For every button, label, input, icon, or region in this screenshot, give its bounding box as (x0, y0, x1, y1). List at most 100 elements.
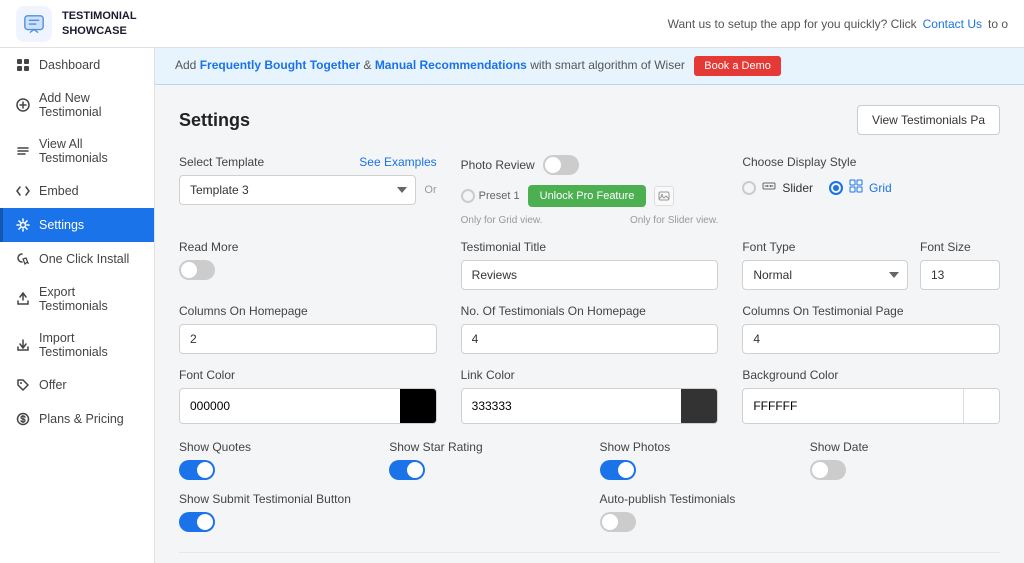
show-photos-label: Show Photos (600, 440, 790, 454)
sidebar-item-plans[interactable]: Plans & Pricing (0, 402, 154, 436)
display-style-label: Choose Display Style (742, 155, 1000, 169)
import-icon (15, 337, 31, 353)
show-quotes-toggle[interactable] (179, 460, 215, 480)
font-type-label: Font Type (742, 240, 908, 254)
sidebar-item-plans-label: Plans & Pricing (39, 412, 124, 426)
promo-link1[interactable]: Frequently Bought Together (200, 58, 360, 72)
sidebar-item-import[interactable]: Import Testimonials (0, 322, 154, 368)
columns-testimonial-page-input[interactable] (742, 324, 1000, 354)
font-color-label: Font Color (179, 368, 437, 382)
show-submit-btn-toggle[interactable] (179, 512, 215, 532)
grid-layout-icon (849, 179, 863, 196)
show-star-rating-label: Show Star Rating (389, 440, 579, 454)
sidebar-item-one-click[interactable]: One Click Install (0, 242, 154, 276)
unlock-pro-button[interactable]: Unlock Pro Feature (528, 185, 647, 207)
link-color-swatch[interactable] (681, 389, 717, 423)
promo-banner: Add Frequently Bought Together & Manual … (155, 48, 1024, 85)
font-type-select[interactable]: Normal Bold Italic (742, 260, 908, 290)
page-title: Settings (179, 110, 250, 131)
testimonial-title-input[interactable] (461, 260, 719, 290)
background-color-group: Background Color (742, 368, 1000, 424)
grid-icon (15, 57, 31, 73)
auto-publish-group: Auto-publish Testimonials (600, 492, 1001, 532)
sidebar-item-dashboard[interactable]: Dashboard (0, 48, 154, 82)
sidebar-item-add-testimonial[interactable]: Add New Testimonial (0, 82, 154, 128)
see-examples-link[interactable]: See Examples (359, 155, 436, 169)
grid-option[interactable]: Grid (829, 179, 892, 196)
preset1-radio[interactable] (461, 189, 475, 203)
gear-icon (15, 217, 31, 233)
topbar-right: Want us to setup the app for you quickly… (668, 17, 1008, 31)
sidebar-item-import-label: Import Testimonials (39, 331, 142, 359)
slider-label: Slider (782, 181, 813, 195)
sidebar-item-export[interactable]: Export Testimonials (0, 276, 154, 322)
code-icon (15, 183, 31, 199)
sidebar-item-view-testimonials[interactable]: View All Testimonials (0, 128, 154, 174)
background-color-input[interactable] (743, 392, 963, 420)
export-icon (15, 291, 31, 307)
link-color-input[interactable] (462, 392, 682, 420)
font-color-input[interactable] (180, 392, 400, 420)
preset1-label: Preset 1 (479, 190, 520, 202)
show-quotes-label: Show Quotes (179, 440, 369, 454)
testimonial-title-group: Testimonial Title (461, 240, 719, 290)
click-icon (15, 251, 31, 267)
link-color-group: Link Color (461, 368, 719, 424)
sidebar-item-offer[interactable]: Offer (0, 368, 154, 402)
view-testimonials-button[interactable]: View Testimonials Pa (857, 105, 1000, 135)
sidebar-item-oneclick-label: One Click Install (39, 252, 129, 266)
show-quotes-group: Show Quotes (179, 440, 369, 480)
book-demo-button[interactable]: Book a Demo (694, 56, 781, 76)
sidebar: Dashboard Add New Testimonial View All T… (0, 48, 155, 563)
photo-review-group: Photo Review Preset 1 Unlock Pro Feature (461, 155, 719, 226)
sidebar-item-settings[interactable]: Settings (0, 208, 154, 242)
auto-publish-toggle[interactable] (600, 512, 636, 532)
font-color-row (179, 388, 437, 424)
testimonial-title-label: Testimonial Title (461, 240, 719, 254)
background-color-row (742, 388, 1000, 424)
template-label: Select Template (179, 155, 264, 169)
slider-option[interactable]: Slider (742, 179, 813, 196)
num-testimonials-input[interactable] (461, 324, 719, 354)
show-date-group: Show Date (810, 440, 1000, 480)
show-date-toggle[interactable] (810, 460, 846, 480)
font-size-input[interactable] (920, 260, 1000, 290)
columns-homepage-label: Columns On Homepage (179, 304, 437, 318)
promo-link2[interactable]: Manual Recommendations (375, 58, 527, 72)
show-submit-btn-group: Show Submit Testimonial Button (179, 492, 580, 532)
font-color-swatch[interactable] (400, 389, 436, 423)
or-label: Or (424, 184, 436, 196)
template-select[interactable]: Template 3 (179, 175, 416, 205)
font-type-group: Font Type Normal Bold Italic (742, 240, 908, 290)
font-color-group: Font Color (179, 368, 437, 424)
read-more-group: Read More (179, 240, 437, 280)
contact-us-link[interactable]: Contact Us (923, 17, 982, 31)
show-star-rating-toggle[interactable] (389, 460, 425, 480)
topbar: TESTIMONIAL SHOWCASE Want us to setup th… (0, 0, 1024, 48)
auto-publish-label: Auto-publish Testimonials (600, 492, 1001, 506)
font-size-group: Font Size (920, 240, 1000, 290)
sidebar-item-offer-label: Offer (39, 378, 67, 392)
grid-note: Only for Grid view. (461, 215, 543, 226)
show-date-label: Show Date (810, 440, 1000, 454)
sidebar-item-embed[interactable]: Embed (0, 174, 154, 208)
link-color-label: Link Color (461, 368, 719, 382)
grid-radio[interactable] (829, 181, 843, 195)
list-icon (15, 143, 31, 159)
sidebar-item-settings-label: Settings (39, 218, 84, 232)
read-more-toggle[interactable] (179, 260, 215, 280)
photo-review-toggle[interactable] (543, 155, 579, 175)
background-color-label: Background Color (742, 368, 1000, 382)
columns-testimonial-page-label: Columns On Testimonial Page (742, 304, 1000, 318)
content-area: Settings View Testimonials Pa Select Tem… (155, 85, 1024, 563)
num-testimonials-group: No. Of Testimonials On Homepage (461, 304, 719, 354)
logo-icon (16, 6, 52, 42)
slider-note: Only for Slider view. (630, 215, 718, 226)
plus-icon (15, 97, 31, 113)
sidebar-item-embed-label: Embed (39, 184, 79, 198)
background-color-swatch[interactable] (963, 389, 999, 423)
grid-label: Grid (869, 181, 892, 195)
columns-homepage-input[interactable] (179, 324, 437, 354)
show-photos-toggle[interactable] (600, 460, 636, 480)
slider-radio[interactable] (742, 181, 756, 195)
